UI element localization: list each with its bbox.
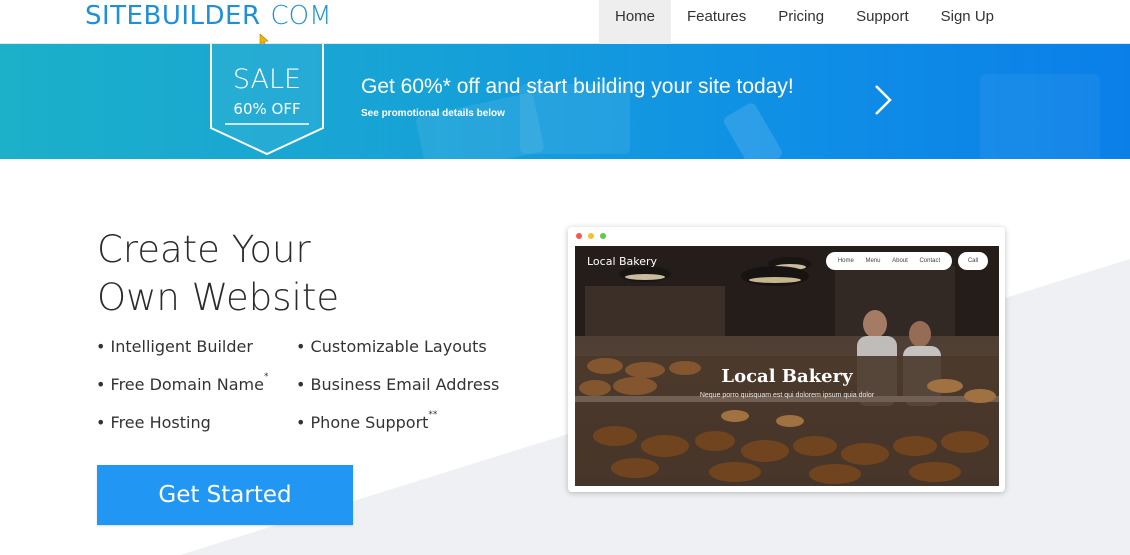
feature-item: • Business Email Address <box>296 375 499 394</box>
preview-screen: Local Bakery Home Menu About Contact Cal… <box>575 246 999 486</box>
sale-badge-discount: 60% OFF <box>233 100 301 118</box>
feature-item: • Intelligent Builder <box>96 337 253 356</box>
feature-text: • Free Domain Name <box>96 375 264 394</box>
banner-subtext[interactable]: See promotional details below <box>361 108 505 119</box>
site-header: SITEBUILDER COM Home Features Pricing Su… <box>0 0 1130 47</box>
feature-text: • Customizable Layouts <box>296 337 487 356</box>
banner-decoration <box>980 74 1100 159</box>
banner-decoration <box>721 101 785 159</box>
logo-dot-icon <box>259 18 271 47</box>
mockup-hero-title: Local Bakery <box>721 366 853 387</box>
window-close-dot-icon <box>576 233 582 239</box>
footnote-mark: * <box>263 372 269 382</box>
hero-title: Create Your Own Website <box>97 226 517 322</box>
sale-badge-word: SALE <box>232 64 302 95</box>
feature-item: • Free Domain Name* <box>96 372 269 394</box>
website-preview-mockup: Local Bakery Home Menu About Contact Cal… <box>568 227 1005 492</box>
get-started-button[interactable]: Get Started <box>97 465 353 525</box>
nav-support[interactable]: Support <box>840 0 925 44</box>
logo-text: SITEBUILDER <box>85 1 261 31</box>
feature-item: • Free Hosting <box>96 413 211 432</box>
mockup-nav: Home Menu About Contact <box>826 252 952 270</box>
mockup-nav-home: Home <box>837 258 854 264</box>
hero-title-line-1: Create Your <box>97 228 311 271</box>
mockup-nav-menu: Menu <box>865 258 881 264</box>
banner-headline: Get 60%* off and start building your sit… <box>361 75 794 98</box>
feature-item: • Phone Support** <box>296 410 438 432</box>
window-minimize-dot-icon <box>588 233 594 239</box>
feature-item: • Customizable Layouts <box>296 337 487 356</box>
mockup-call-button: Call <box>958 252 988 270</box>
mockup-nav-contact: Contact <box>919 258 941 264</box>
nav-home[interactable]: Home <box>599 0 672 44</box>
main-nav: Home Features Pricing Support Sign Up <box>599 0 1010 44</box>
mockup-nav-about: About <box>892 258 908 264</box>
hero-title-line-2: Own Website <box>97 276 340 319</box>
feature-text: • Free Hosting <box>96 413 211 432</box>
nav-sign-up[interactable]: Sign Up <box>925 0 1010 44</box>
mockup-site-title: Local Bakery <box>587 255 658 268</box>
nav-pricing[interactable]: Pricing <box>762 0 840 44</box>
footnote-mark: ** <box>428 410 438 420</box>
window-maximize-dot-icon <box>600 233 606 239</box>
logo[interactable]: SITEBUILDER COM <box>85 0 332 47</box>
promo-banner[interactable]: SALE 60% OFF Get 60%* off and start buil… <box>0 44 1130 159</box>
feature-text: • Intelligent Builder <box>96 337 253 356</box>
nav-features[interactable]: Features <box>671 0 762 44</box>
mockup-hero-subtitle: Neque porro quisquam est qui dolorem ips… <box>699 392 875 399</box>
sale-badge: SALE 60% OFF <box>210 44 324 156</box>
feature-text: • Phone Support <box>296 413 429 432</box>
chevron-right-icon[interactable] <box>870 82 896 118</box>
logo-com-text: COM <box>270 1 332 31</box>
feature-text: • Business Email Address <box>296 375 500 394</box>
